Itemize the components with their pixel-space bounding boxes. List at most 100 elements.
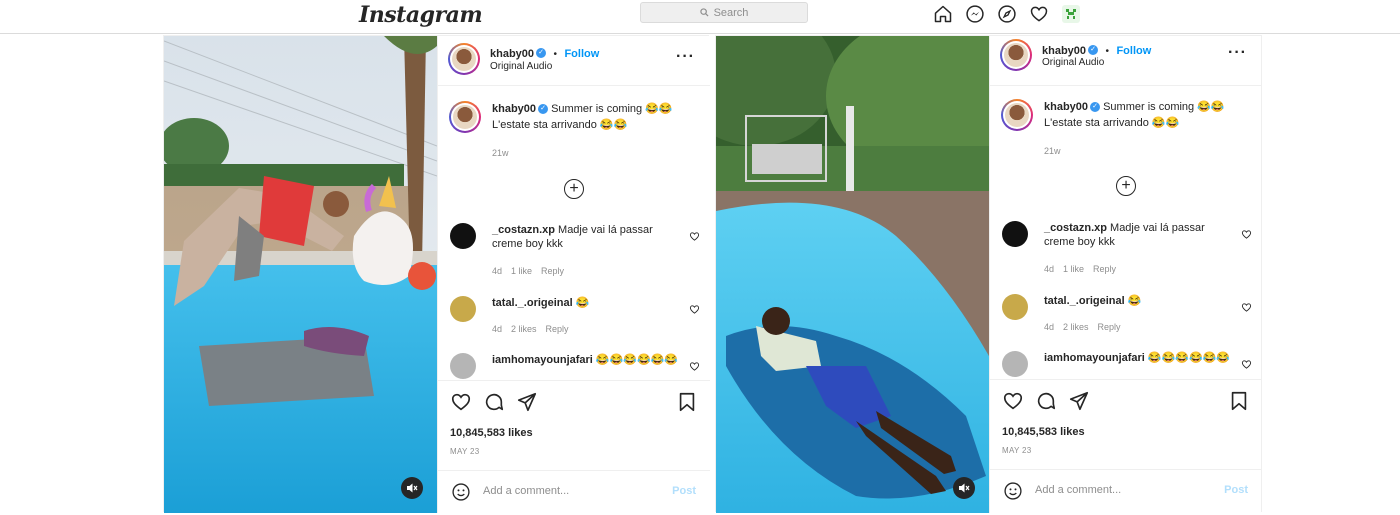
comment-icon[interactable]: [1035, 390, 1057, 412]
reply-button[interactable]: Reply: [541, 266, 564, 276]
caption-line-1: Summer is coming 😂😂: [1103, 101, 1225, 113]
comment-time[interactable]: 4d: [492, 266, 502, 276]
comment-time[interactable]: 4d: [492, 324, 502, 334]
comment-like-heart-icon[interactable]: [1241, 359, 1252, 370]
comments-list: _costazn.xp Madje vai lá passar creme bo…: [438, 216, 710, 380]
save-bookmark-icon[interactable]: [1228, 390, 1250, 412]
comment-username[interactable]: tatal._.origeinal: [492, 297, 573, 309]
author-avatar[interactable]: [448, 43, 480, 75]
like-heart-icon[interactable]: [1002, 390, 1024, 412]
load-more-comments-icon[interactable]: +: [564, 179, 584, 199]
commenter-avatar[interactable]: [1002, 221, 1028, 247]
post-date: MAY 23: [450, 447, 480, 456]
commenter-avatar[interactable]: [1002, 351, 1028, 377]
post-video[interactable]: [164, 36, 437, 513]
comment-like-heart-icon[interactable]: [689, 361, 700, 372]
comment-likes[interactable]: 2 likes: [1063, 322, 1089, 332]
activity-heart-icon[interactable]: [1028, 3, 1050, 25]
commenter-avatar[interactable]: [450, 296, 476, 322]
comment-icon[interactable]: [483, 391, 505, 413]
comment-text: 😂😂😂😂😂😂: [595, 354, 679, 366]
post-header: khaby00 ✓ • Follow Original Audio ···: [438, 36, 710, 86]
separator: •: [1105, 46, 1109, 57]
comment-text: 😂😂😂😂😂😂: [1147, 352, 1231, 364]
add-comment-input[interactable]: Add a comment...: [483, 485, 569, 497]
comment-username[interactable]: _costazn.xp: [1044, 222, 1107, 234]
likes-count[interactable]: 10,845,583 likes: [1002, 426, 1085, 438]
more-options-icon[interactable]: ···: [676, 48, 695, 66]
reply-button[interactable]: Reply: [1098, 322, 1121, 332]
post-sidebar: khaby00 ✓ • Follow Original Audio ··· kha…: [989, 36, 1262, 513]
caption-avatar[interactable]: [1001, 99, 1033, 131]
caption-line-2: L'estate sta arrivando 😂😂: [492, 119, 628, 131]
comment-username[interactable]: _costazn.xp: [492, 224, 555, 236]
caption-username[interactable]: khaby00: [1044, 101, 1088, 113]
instagram-logo[interactable]: Instagram: [359, 2, 483, 28]
like-heart-icon[interactable]: [450, 391, 472, 413]
follow-button[interactable]: Follow: [564, 48, 599, 60]
reel-post: khaby00 ✓ • Follow Original Audio ··· kha…: [163, 35, 710, 513]
post-date: MAY 23: [1002, 446, 1032, 455]
explore-icon[interactable]: [996, 3, 1018, 25]
audio-label[interactable]: Original Audio: [1042, 57, 1104, 68]
comment-time[interactable]: 4d: [1044, 322, 1054, 332]
author-avatar[interactable]: [1000, 39, 1032, 71]
comment-text: 😂: [575, 297, 590, 309]
post-header: khaby00 ✓ • Follow Original Audio ···: [990, 36, 1262, 86]
muted-speaker-icon: [407, 483, 418, 493]
emoji-icon[interactable]: [451, 482, 471, 502]
comment-username[interactable]: tatal._.origeinal: [1044, 295, 1125, 307]
comment-likes[interactable]: 1 like: [1063, 264, 1084, 274]
commenter-avatar[interactable]: [450, 353, 476, 379]
caption-line-2: L'estate sta arrivando 😂😂: [1044, 117, 1180, 129]
comment-like-heart-icon[interactable]: [1241, 229, 1252, 240]
reply-button[interactable]: Reply: [546, 324, 569, 334]
load-more-comments-icon[interactable]: +: [1116, 176, 1136, 196]
audio-label[interactable]: Original Audio: [490, 61, 552, 72]
caption-avatar[interactable]: [449, 101, 481, 133]
emoji-icon[interactable]: [1003, 481, 1023, 501]
comment-likes[interactable]: 1 like: [511, 266, 532, 276]
comment-username[interactable]: iamhomayounjafari: [1044, 352, 1145, 364]
caption-time[interactable]: 21w: [1044, 143, 1249, 159]
commenter-avatar[interactable]: [450, 223, 476, 249]
mute-button[interactable]: [953, 477, 975, 499]
comment-like-heart-icon[interactable]: [689, 231, 700, 242]
mute-button[interactable]: [401, 477, 423, 499]
likes-count[interactable]: 10,845,583 likes: [450, 427, 533, 439]
follow-button[interactable]: Follow: [1116, 45, 1151, 57]
comment-username[interactable]: iamhomayounjafari: [492, 354, 593, 366]
author-username[interactable]: khaby00: [490, 48, 534, 60]
comment-like-heart-icon[interactable]: [689, 304, 700, 315]
top-navigation-bar: Instagram Search: [0, 0, 1400, 34]
messenger-icon[interactable]: [964, 3, 986, 25]
commenter-avatar[interactable]: [1002, 294, 1028, 320]
add-comment-bar: Add a comment... Post: [438, 470, 710, 513]
caption-time[interactable]: 21w: [492, 145, 697, 161]
add-comment-bar: Add a comment... Post: [990, 469, 1262, 512]
search-input[interactable]: Search: [640, 2, 808, 23]
separator: •: [553, 49, 557, 60]
verified-badge-icon: ✓: [1088, 44, 1099, 55]
share-icon[interactable]: [1068, 390, 1090, 412]
caption-username[interactable]: khaby00: [492, 103, 536, 115]
author-username[interactable]: khaby00: [1042, 45, 1086, 57]
reply-button[interactable]: Reply: [1093, 264, 1116, 274]
post-sidebar: khaby00 ✓ • Follow Original Audio ··· kha…: [437, 36, 710, 513]
post-video[interactable]: [716, 36, 989, 513]
add-comment-input[interactable]: Add a comment...: [1035, 484, 1121, 496]
comment-like-heart-icon[interactable]: [1241, 302, 1252, 313]
post-comment-button[interactable]: Post: [672, 485, 696, 497]
save-bookmark-icon[interactable]: [676, 391, 698, 413]
muted-speaker-icon: [959, 483, 970, 493]
comment-likes[interactable]: 2 likes: [511, 324, 537, 334]
home-icon[interactable]: [932, 3, 954, 25]
comment-time[interactable]: 4d: [1044, 264, 1054, 274]
profile-avatar[interactable]: [1060, 3, 1082, 25]
verified-badge-icon: ✓: [1090, 102, 1101, 113]
post-comment-button[interactable]: Post: [1224, 484, 1248, 496]
search-placeholder: Search: [713, 6, 749, 19]
more-options-icon[interactable]: ···: [1228, 44, 1247, 62]
comments-list: _costazn.xp Madje vai lá passar creme bo…: [990, 214, 1262, 378]
share-icon[interactable]: [516, 391, 538, 413]
